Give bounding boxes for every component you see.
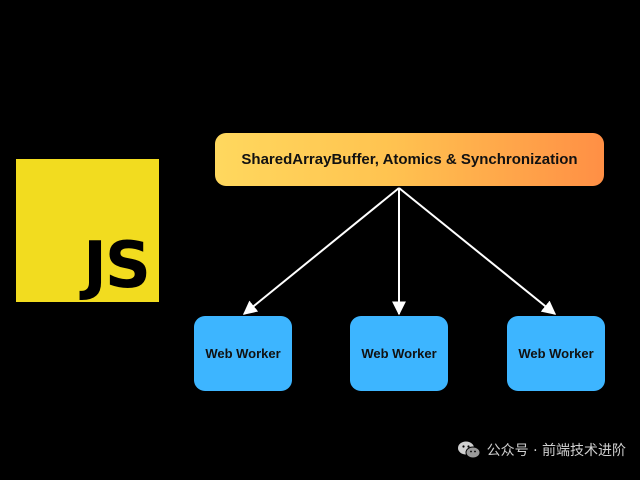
watermark: 公众号 · 前端技术进阶 (457, 440, 626, 460)
web-worker-node-1: Web Worker (194, 316, 292, 391)
diagram-canvas: JS SharedArrayBuffer, Atomics & Synchron… (0, 0, 640, 480)
shared-memory-node: SharedArrayBuffer, Atomics & Synchroniza… (215, 133, 604, 186)
shared-memory-label: SharedArrayBuffer, Atomics & Synchroniza… (241, 151, 578, 168)
wechat-icon (457, 441, 481, 459)
watermark-text: 公众号 · 前端技术进阶 (486, 443, 626, 459)
web-worker-label-1: Web Worker (205, 346, 281, 361)
arrow-to-worker-1 (242, 187, 400, 315)
arrows-layer (242, 187, 557, 316)
web-worker-label-3: Web Worker (518, 346, 594, 361)
web-worker-node-3: Web Worker (507, 316, 605, 391)
web-worker-node-2: Web Worker (350, 316, 448, 391)
arrow-to-worker-3 (398, 187, 557, 315)
web-worker-label-2: Web Worker (361, 346, 437, 361)
